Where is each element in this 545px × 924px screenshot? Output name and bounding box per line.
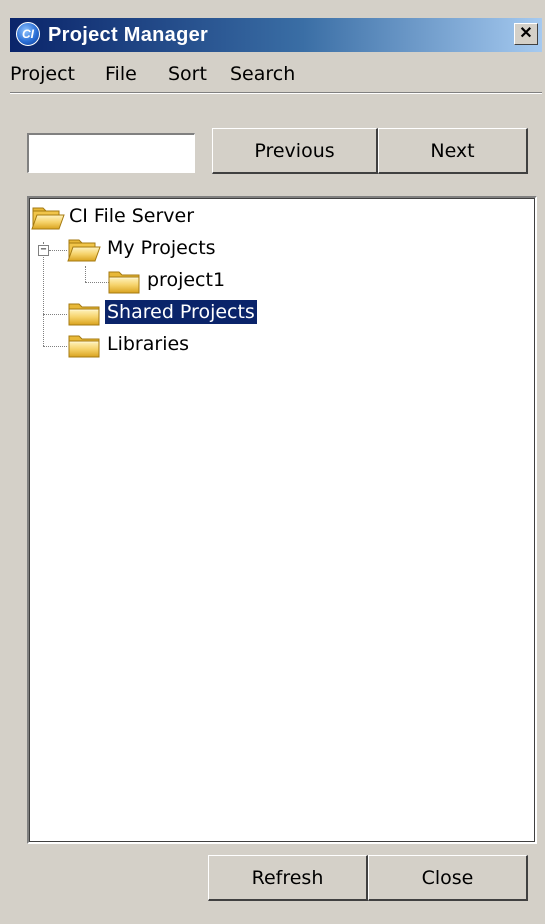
tree-connector — [85, 282, 109, 283]
open-folder-icon — [31, 203, 65, 231]
title-bar[interactable]: CI Project Manager ✕ — [10, 18, 542, 52]
menu-sort[interactable]: Sort — [168, 63, 207, 85]
window-close-button[interactable]: ✕ — [514, 23, 538, 45]
refresh-button[interactable]: Refresh — [208, 855, 368, 901]
tree-connector — [49, 250, 67, 251]
next-button[interactable]: Next — [378, 128, 528, 174]
tree-connector — [43, 346, 67, 347]
project-manager-window: CI Project Manager ✕ Project File Sort S… — [0, 0, 545, 924]
tree-label-libraries: Libraries — [107, 333, 190, 355]
folder-icon — [67, 299, 101, 327]
tree-connector — [43, 314, 67, 315]
menu-file[interactable]: File — [105, 63, 137, 85]
search-input[interactable] — [27, 133, 195, 173]
tree-label-my-projects: My Projects — [107, 237, 216, 259]
tree-connector — [43, 242, 44, 346]
menu-project[interactable]: Project — [10, 63, 75, 85]
tree-label-shared-projects: Shared Projects — [104, 299, 258, 325]
close-button[interactable]: Close — [368, 855, 528, 901]
open-folder-icon — [67, 235, 101, 263]
app-logo-icon: CI — [16, 22, 40, 46]
collapse-toggle[interactable]: − — [38, 245, 49, 256]
tree-label-project1: project1 — [147, 269, 226, 291]
tree-connector — [85, 266, 86, 282]
project-tree[interactable]: − CI File Server My Projects project1 Sh… — [27, 196, 537, 844]
menu-search[interactable]: Search — [230, 63, 295, 85]
previous-button[interactable]: Previous — [212, 128, 378, 174]
menu-bar: Project File Sort Search — [10, 56, 542, 93]
close-icon: ✕ — [519, 25, 533, 42]
tree-label-root: CI File Server — [69, 205, 195, 227]
window-title: Project Manager — [48, 24, 209, 46]
folder-icon — [107, 267, 141, 295]
folder-icon — [67, 331, 101, 359]
